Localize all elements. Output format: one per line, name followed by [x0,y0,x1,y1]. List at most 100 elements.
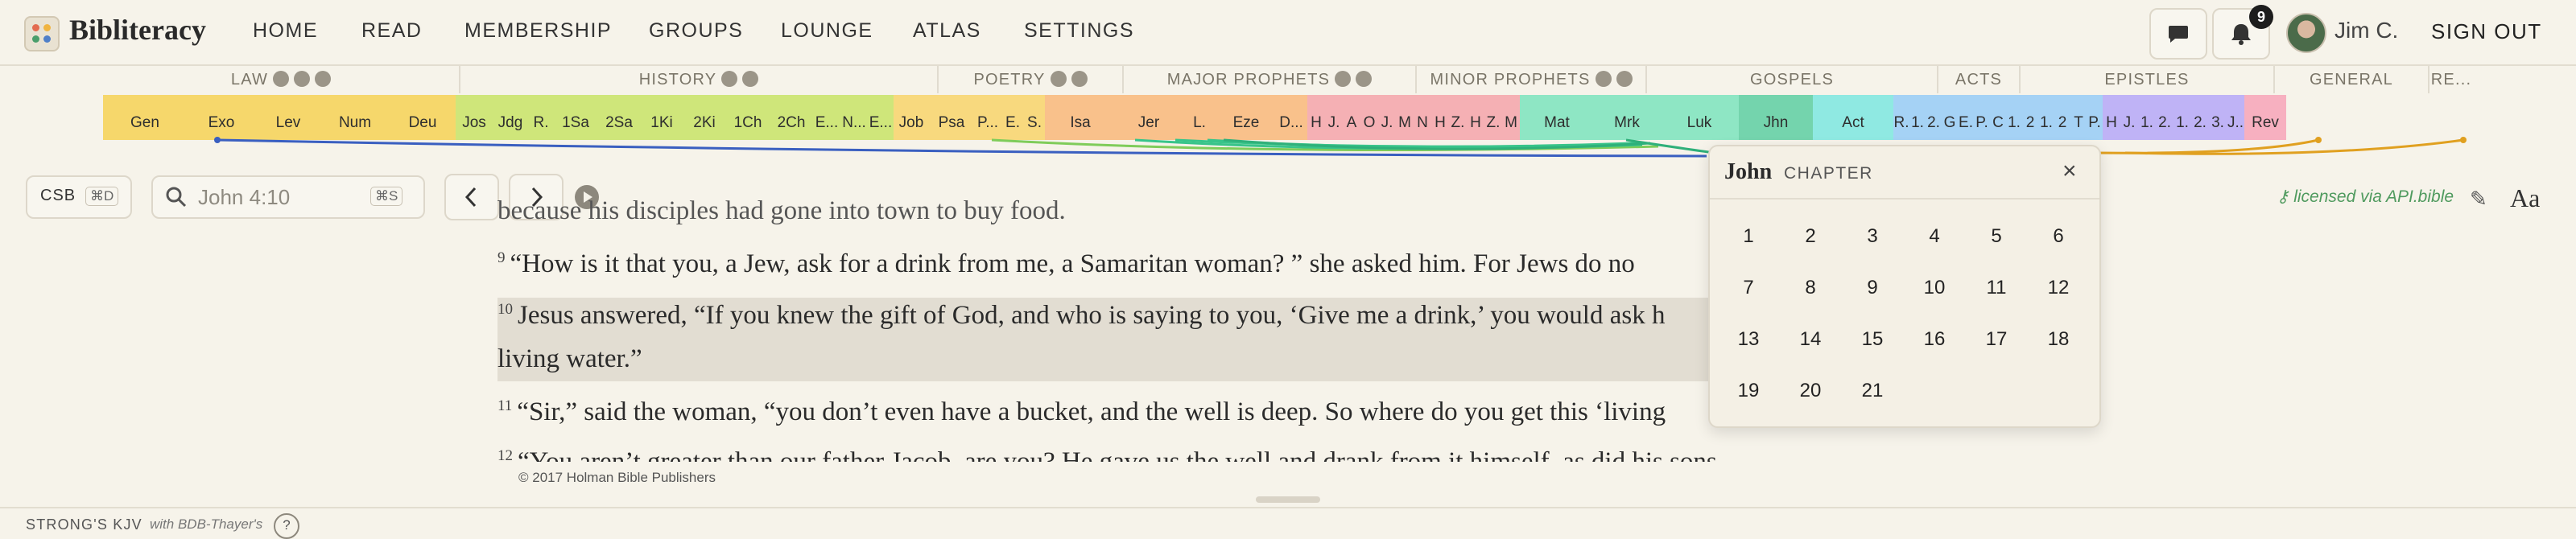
close-icon[interactable]: × [2062,158,2077,185]
chapter-button[interactable]: 16 [1910,322,1959,357]
nav-groups[interactable]: GROUPS [649,19,743,43]
chapter-button[interactable]: 19 [1724,373,1773,409]
previous-chapter-button[interactable] [444,174,499,220]
verse-9[interactable]: 9 “How is it that you, a Jew, ask for a d… [497,249,1635,279]
nav-membership[interactable]: MEMBERSHIP [464,19,612,43]
section-history[interactable]: HISTORY [460,66,939,93]
chapter-button[interactable]: 4 [1910,219,1959,254]
book-item[interactable]: E. [1958,95,1974,140]
book-item[interactable]: 2. [1926,95,1942,140]
section-gospels[interactable]: GOSPELS [1647,66,1938,93]
book-item[interactable]: H [1307,95,1325,140]
version-selector[interactable]: CSB ⌘D [26,175,132,219]
info-icon[interactable] [1071,71,1088,87]
book-item[interactable]: Rev [2244,95,2286,140]
book-item[interactable]: M [1396,95,1414,140]
book-item[interactable]: Z. [1449,95,1467,140]
book-item[interactable]: O [1360,95,1378,140]
chapter-button[interactable]: 14 [1786,322,1835,357]
book-item[interactable]: J. [1378,95,1396,140]
chapter-button[interactable]: 3 [1848,219,1897,254]
book-item[interactable]: Eze [1217,95,1275,140]
book-item[interactable]: E. [1001,95,1024,140]
book-item[interactable]: Isa [1045,95,1116,140]
book-item[interactable]: 1Sa [554,95,597,140]
book-item[interactable]: Lev [256,95,320,140]
chapter-button[interactable]: 20 [1786,373,1835,409]
book-item[interactable]: 1Ki [641,95,683,140]
book-item[interactable]: Mat [1520,95,1594,140]
section-general[interactable]: GENERAL [2275,66,2429,93]
book-item[interactable]: 2Sa [597,95,641,140]
book-item[interactable]: Num [320,95,390,140]
book-item[interactable]: L. [1182,95,1217,140]
verse-11[interactable]: 11 “Sir,” said the woman, “you don’t even… [497,397,1666,427]
book-item[interactable]: Luk [1660,95,1739,140]
search-input[interactable] [196,185,361,209]
book-item[interactable]: N [1414,95,1431,140]
section-revelation[interactable]: RE... [2429,66,2473,93]
book-item[interactable]: Jhn [1739,95,1813,140]
chapter-button[interactable]: 5 [1972,219,2021,254]
book-item[interactable]: Job [894,95,929,140]
book-item[interactable]: 2 [2054,95,2070,140]
section-major-prophets[interactable]: MAJOR PROPHETS [1124,66,1417,93]
resize-handle[interactable] [1256,496,1320,503]
book-item[interactable]: Deu [390,95,456,140]
play-icon[interactable] [273,71,290,87]
nav-settings[interactable]: SETTINGS [1024,19,1134,43]
passage-search[interactable]: ⌘S [151,175,425,219]
book-item[interactable]: 2 [2022,95,2038,140]
play-icon[interactable] [1050,71,1067,87]
options-icon[interactable] [315,71,332,87]
book-item[interactable]: 2. [2191,95,2209,140]
partial-verse-text[interactable]: because his disciples had gone into town… [497,196,1066,226]
book-item[interactable]: 2. [2156,95,2174,140]
book-item[interactable]: 1. [2174,95,2191,140]
book-item[interactable]: Z. [1484,95,1502,140]
book-item[interactable]: E... [868,95,894,140]
logo-icon[interactable] [24,16,60,51]
book-item[interactable]: Jos [456,95,493,140]
user-name[interactable]: Jim C. [2334,18,2398,43]
book-item[interactable]: Jer [1116,95,1182,140]
book-item[interactable]: 2Ki [683,95,726,140]
chapter-button[interactable]: 12 [2034,270,2083,306]
chapter-button[interactable]: 9 [1848,270,1897,306]
book-item[interactable]: R. [528,95,554,140]
brand-name[interactable]: Bibliteracy [69,13,206,47]
book-item[interactable]: N... [840,95,868,140]
book-item[interactable]: P. [1974,95,1990,140]
notifications-button[interactable]: 9 [2212,5,2273,60]
book-item[interactable]: Psa [929,95,974,140]
chapter-button[interactable]: 21 [1848,373,1897,409]
book-item[interactable]: 1. [1909,95,1926,140]
book-item[interactable]: 1. [2006,95,2022,140]
chapter-button[interactable]: 11 [1972,270,2021,306]
verse-10-continued[interactable]: living water.” [497,344,642,374]
book-item[interactable]: A [1343,95,1360,140]
help-button[interactable]: ? [274,513,299,539]
book-item[interactable]: P. [2087,95,2103,140]
sign-out-link[interactable]: SIGN OUT [2431,19,2542,44]
book-item[interactable]: E... [813,95,840,140]
book-item[interactable]: 1Ch [726,95,770,140]
chapter-button[interactable]: 15 [1848,322,1897,357]
book-item[interactable]: H [1431,95,1449,140]
verse-10[interactable]: 10 Jesus answered, “If you knew the gift … [497,301,1665,331]
nav-lounge[interactable]: LOUNGE [781,19,873,43]
section-epistles[interactable]: EPISTLES [2021,66,2275,93]
book-item[interactable]: H [1467,95,1484,140]
book-item[interactable]: C [1990,95,2006,140]
chapter-button[interactable]: 6 [2034,219,2083,254]
section-minor-prophets[interactable]: MINOR PROPHETS [1417,66,1647,93]
book-item[interactable]: 2Ch [770,95,813,140]
chapter-button[interactable]: 1 [1724,219,1773,254]
book-item[interactable]: 1. [2138,95,2156,140]
book-item[interactable]: T [2070,95,2087,140]
book-item[interactable]: J. [1325,95,1343,140]
nav-read[interactable]: READ [361,19,422,43]
chapter-button[interactable]: 13 [1724,322,1773,357]
chapter-button[interactable]: 10 [1910,270,1959,306]
info-icon[interactable] [1356,71,1373,87]
